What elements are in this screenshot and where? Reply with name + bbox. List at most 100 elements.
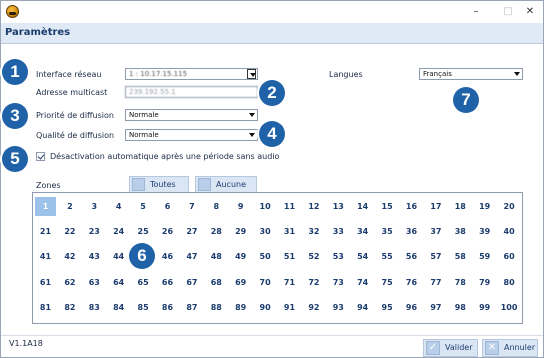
- zone-cell[interactable]: 76: [401, 273, 422, 292]
- zone-cell[interactable]: 60: [499, 247, 520, 266]
- zone-cell[interactable]: 24: [108, 222, 129, 241]
- zone-cell[interactable]: 87: [181, 298, 202, 317]
- zone-cell[interactable]: 54: [352, 247, 373, 266]
- zone-cell[interactable]: 4: [108, 197, 129, 216]
- zone-cell[interactable]: 2: [59, 197, 80, 216]
- zone-cell[interactable]: 3: [84, 197, 105, 216]
- zone-cell[interactable]: 14: [352, 197, 373, 216]
- zone-cell[interactable]: 49: [230, 247, 251, 266]
- zone-cell[interactable]: 46: [157, 247, 178, 266]
- zone-cell[interactable]: 43: [84, 247, 105, 266]
- zone-cell[interactable]: 9: [230, 197, 251, 216]
- chevron-down-icon[interactable]: [247, 69, 256, 79]
- zone-cell[interactable]: 73: [328, 273, 349, 292]
- minimize-button[interactable]: –: [461, 4, 491, 20]
- zone-cell[interactable]: 84: [108, 298, 129, 317]
- zone-cell[interactable]: 75: [377, 273, 398, 292]
- zone-cell[interactable]: 30: [255, 222, 276, 241]
- select-all-button[interactable]: Toutes: [129, 176, 189, 193]
- zone-cell[interactable]: 63: [84, 273, 105, 292]
- chevron-down-icon[interactable]: [512, 69, 522, 79]
- chevron-down-icon[interactable]: [247, 130, 257, 140]
- zone-cell[interactable]: 68: [206, 273, 227, 292]
- zone-cell[interactable]: 29: [230, 222, 251, 241]
- zone-cell[interactable]: 66: [157, 273, 178, 292]
- zone-cell[interactable]: 58: [450, 247, 471, 266]
- zone-cell[interactable]: 51: [279, 247, 300, 266]
- zone-cell[interactable]: 48: [206, 247, 227, 266]
- zone-cell[interactable]: 27: [181, 222, 202, 241]
- interface-select[interactable]: 1 : 10.17.15.115: [125, 68, 258, 80]
- zone-cell[interactable]: 89: [230, 298, 251, 317]
- zone-cell[interactable]: 92: [303, 298, 324, 317]
- multicast-input[interactable]: 239.192.55.1: [125, 86, 258, 98]
- select-none-button[interactable]: Aucune: [195, 176, 257, 193]
- zone-cell[interactable]: 26: [157, 222, 178, 241]
- zone-cell[interactable]: 1: [35, 197, 56, 216]
- zone-cell[interactable]: 21: [35, 222, 56, 241]
- zone-cell[interactable]: 10: [255, 197, 276, 216]
- zone-cell[interactable]: 55: [377, 247, 398, 266]
- zone-cell[interactable]: 5: [133, 197, 154, 216]
- zone-cell[interactable]: 85: [133, 298, 154, 317]
- zone-cell[interactable]: 22: [59, 222, 80, 241]
- zone-cell[interactable]: 91: [279, 298, 300, 317]
- zone-cell[interactable]: 96: [401, 298, 422, 317]
- zone-cell[interactable]: 6: [157, 197, 178, 216]
- zone-cell[interactable]: 18: [450, 197, 471, 216]
- zone-cell[interactable]: 15: [377, 197, 398, 216]
- zone-cell[interactable]: 53: [328, 247, 349, 266]
- zone-cell[interactable]: 100: [499, 298, 520, 317]
- zone-cell[interactable]: 93: [328, 298, 349, 317]
- zone-cell[interactable]: 32: [303, 222, 324, 241]
- auto-disable-checkbox[interactable]: [36, 152, 45, 161]
- zone-cell[interactable]: 81: [35, 298, 56, 317]
- zone-cell[interactable]: 57: [425, 247, 446, 266]
- cancel-button[interactable]: ✕ Annuler: [482, 339, 538, 357]
- zone-cell[interactable]: 82: [59, 298, 80, 317]
- zone-cell[interactable]: 90: [255, 298, 276, 317]
- zone-cell[interactable]: 98: [450, 298, 471, 317]
- zone-cell[interactable]: 94: [352, 298, 373, 317]
- validate-button[interactable]: ✓ Valider: [423, 339, 478, 357]
- zone-cell[interactable]: 16: [401, 197, 422, 216]
- zone-cell[interactable]: 13: [328, 197, 349, 216]
- zone-cell[interactable]: 88: [206, 298, 227, 317]
- zone-cell[interactable]: 70: [255, 273, 276, 292]
- zone-cell[interactable]: 47: [181, 247, 202, 266]
- zone-cell[interactable]: 74: [352, 273, 373, 292]
- zone-cell[interactable]: 25: [133, 222, 154, 241]
- zone-cell[interactable]: 52: [303, 247, 324, 266]
- zone-cell[interactable]: 35: [377, 222, 398, 241]
- zone-cell[interactable]: 40: [499, 222, 520, 241]
- zone-cell[interactable]: 8: [206, 197, 227, 216]
- zone-cell[interactable]: 37: [425, 222, 446, 241]
- zone-cell[interactable]: 65: [133, 273, 154, 292]
- zone-cell[interactable]: 83: [84, 298, 105, 317]
- close-button[interactable]: ✕: [515, 4, 544, 20]
- zone-cell[interactable]: 79: [474, 273, 495, 292]
- zone-cell[interactable]: 69: [230, 273, 251, 292]
- zone-cell[interactable]: 71: [279, 273, 300, 292]
- zone-cell[interactable]: 42: [59, 247, 80, 266]
- zone-cell[interactable]: 97: [425, 298, 446, 317]
- zone-cell[interactable]: 11: [279, 197, 300, 216]
- zone-cell[interactable]: 28: [206, 222, 227, 241]
- zone-cell[interactable]: 50: [255, 247, 276, 266]
- zone-cell[interactable]: 86: [157, 298, 178, 317]
- zone-cell[interactable]: 44: [108, 247, 129, 266]
- zone-cell[interactable]: 41: [35, 247, 56, 266]
- zone-cell[interactable]: 23: [84, 222, 105, 241]
- zone-cell[interactable]: 7: [181, 197, 202, 216]
- languages-select[interactable]: Français: [419, 68, 523, 80]
- zone-cell[interactable]: 31: [279, 222, 300, 241]
- zone-cell[interactable]: 19: [474, 197, 495, 216]
- zone-cell[interactable]: 17: [425, 197, 446, 216]
- zone-cell[interactable]: 20: [499, 197, 520, 216]
- zone-cell[interactable]: 67: [181, 273, 202, 292]
- zone-cell[interactable]: 36: [401, 222, 422, 241]
- zone-cell[interactable]: 34: [352, 222, 373, 241]
- zone-cell[interactable]: 64: [108, 273, 129, 292]
- zone-cell[interactable]: 39: [474, 222, 495, 241]
- zone-cell[interactable]: 12: [303, 197, 324, 216]
